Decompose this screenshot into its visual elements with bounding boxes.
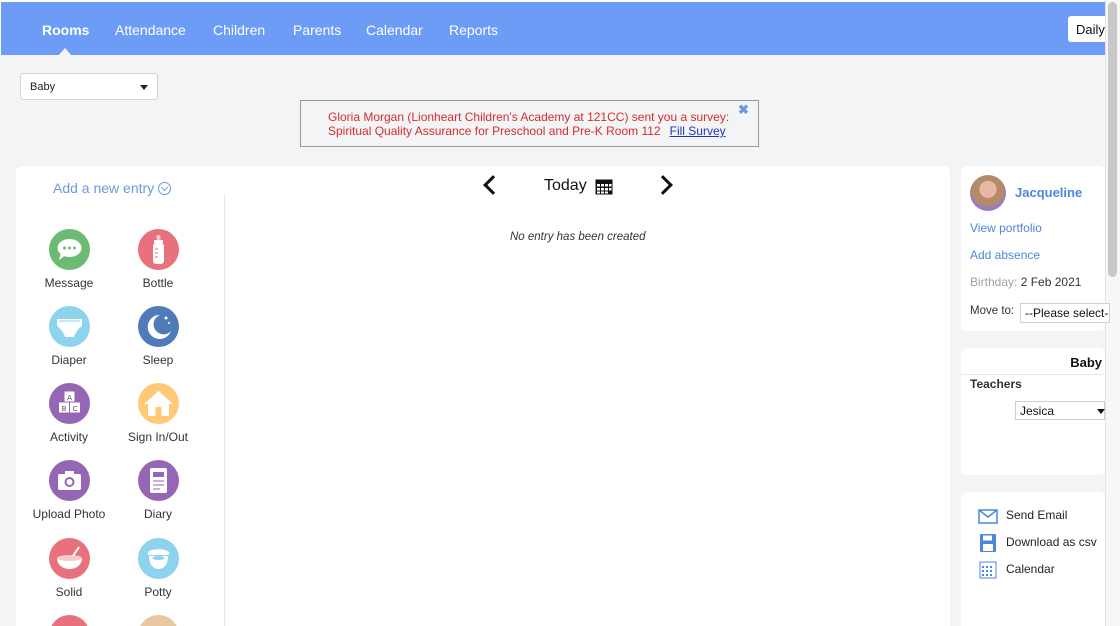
daily-view-button[interactable]: Daily <box>1068 16 1108 42</box>
room-select[interactable]: Baby <box>20 73 158 100</box>
nav-rooms[interactable]: Rooms <box>42 22 89 38</box>
entry-potty[interactable]: Potty <box>103 538 213 599</box>
survey-title-line: Spiritual Quality Assurance for Preschoo… <box>328 124 726 138</box>
close-icon[interactable]: ✖ <box>738 102 749 118</box>
nav-calendar[interactable]: Calendar <box>366 22 423 38</box>
actions-card: Send Email Download as csv Calendar <box>961 492 1105 626</box>
chevron-down-icon <box>158 182 172 195</box>
caret-down-icon <box>1097 409 1105 414</box>
floppy-disk-icon <box>980 534 996 552</box>
add-entry-toggle[interactable]: Add a new entry <box>53 180 172 196</box>
entry-label: Sign In/Out <box>127 430 189 444</box>
calendar-label: Calendar <box>1006 562 1055 576</box>
nav-children[interactable]: Children <box>213 22 265 38</box>
panel-divider <box>224 194 225 626</box>
house-icon <box>137 383 179 424</box>
teacher-select-value: Jesica <box>1020 404 1055 418</box>
room-select-value: Baby <box>30 81 56 93</box>
child-name[interactable]: Jacqueline <box>1015 185 1082 200</box>
teacher-select[interactable]: Jesica <box>1015 401 1105 420</box>
activity-icon: ABC <box>48 383 90 424</box>
entry-label: Bottle <box>142 276 174 290</box>
bottle-icon <box>137 229 179 270</box>
calendar-icon <box>979 561 997 579</box>
birthday-row: Birthday: 2 Feb 2021 <box>970 275 1081 289</box>
envelope-icon <box>978 509 998 524</box>
survey-sender-text: Gloria Morgan (Lionheart Children's Acad… <box>328 110 730 124</box>
message-icon <box>48 229 90 270</box>
entry-sleep[interactable]: Sleep <box>103 306 213 367</box>
birthday-value: 2 Feb 2021 <box>1020 275 1082 289</box>
svg-text:C: C <box>72 405 77 413</box>
calendar-icon[interactable] <box>595 179 613 195</box>
entry-partial[interactable] <box>103 615 213 626</box>
active-nav-indicator <box>58 48 72 56</box>
camera-icon <box>48 460 90 501</box>
diaper-icon <box>48 306 90 347</box>
previous-day-icon[interactable] <box>483 175 503 195</box>
empty-state-text: No entry has been created <box>510 231 646 243</box>
diary-icon <box>137 460 179 501</box>
bowl-icon <box>48 538 90 579</box>
send-email-label: Send Email <box>1006 508 1068 522</box>
nav-reports[interactable]: Reports <box>449 22 498 38</box>
view-portfolio-link[interactable]: View portfolio <box>970 221 1042 235</box>
room-name: Baby <box>1070 355 1102 370</box>
potty-icon <box>137 538 179 579</box>
date-label: Today <box>544 177 587 194</box>
main-panel: Add a new entry Message Bottle Diaper Sl… <box>16 166 950 626</box>
sleep-icon <box>137 306 179 347</box>
add-absence-link[interactable]: Add absence <box>970 248 1040 262</box>
room-card-header: Baby <box>961 348 1105 375</box>
entry-diary[interactable]: Diary <box>103 460 213 521</box>
top-nav-bar: Rooms Attendance Children Parents Calend… <box>0 0 1105 56</box>
next-day-icon[interactable] <box>653 175 673 195</box>
entry-label: Potty <box>144 585 172 599</box>
nav-parents[interactable]: Parents <box>293 22 341 38</box>
survey-banner: Gloria Morgan (Lionheart Children's Acad… <box>300 100 759 147</box>
svg-text:B: B <box>61 405 66 413</box>
scrollbar-thumb[interactable] <box>1108 2 1117 277</box>
room-card: Baby Teachers Jesica <box>961 348 1105 475</box>
nav-attendance[interactable]: Attendance <box>115 22 186 38</box>
entry-icon <box>48 615 90 626</box>
svg-text:A: A <box>67 394 72 402</box>
fill-survey-link[interactable]: Fill Survey <box>670 124 726 138</box>
add-entry-label: Add a new entry <box>53 180 155 196</box>
move-to-select[interactable]: --Please select-- <box>1020 303 1110 323</box>
birthday-label: Birthday: <box>970 275 1018 289</box>
entry-label: Diary <box>143 507 172 521</box>
survey-title: Spiritual Quality Assurance for Preschoo… <box>328 124 661 138</box>
move-to-label: Move to: <box>970 305 1015 317</box>
entry-bottle[interactable]: Bottle <box>103 229 213 290</box>
download-csv-label: Download as csv <box>1006 535 1097 549</box>
entry-sign-in-out[interactable]: Sign In/Out <box>103 383 213 444</box>
avatar[interactable] <box>970 175 1006 211</box>
teachers-label: Teachers <box>970 377 1022 391</box>
entry-icon <box>137 615 179 626</box>
caret-down-icon <box>140 85 148 90</box>
entry-label: Sleep <box>142 353 174 367</box>
child-card: Jacqueline View portfolio Add absence Bi… <box>961 166 1110 331</box>
